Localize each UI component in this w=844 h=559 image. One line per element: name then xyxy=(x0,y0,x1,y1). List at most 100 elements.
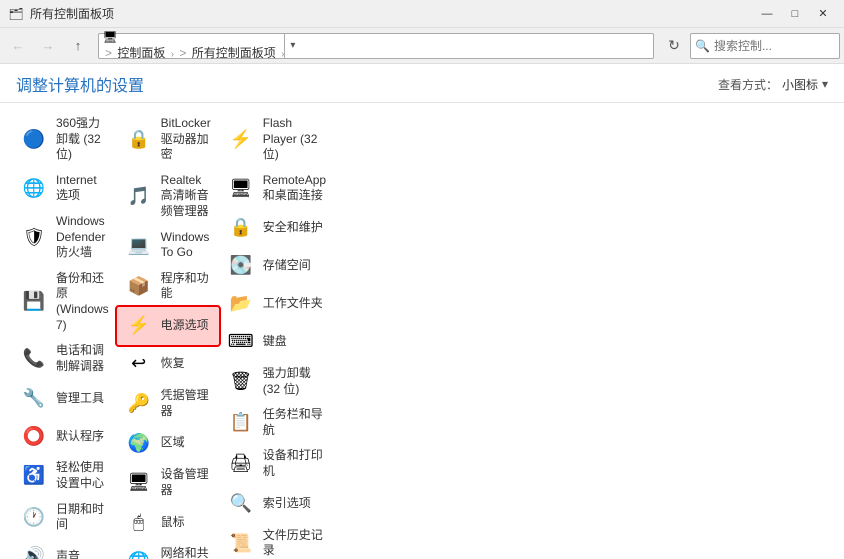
column-2: ⚡ Flash Player (32 位) 🖥RemoteApp 和桌面连接🔒安全和… xyxy=(219,111,334,559)
view-mode-value[interactable]: 小图标 xyxy=(782,76,818,93)
item-label: BitLocker 驱动器加密 xyxy=(161,116,211,163)
control-panel-item[interactable]: 💽存储空间 xyxy=(219,247,334,285)
control-panel-item[interactable]: 🔍 索引选项 xyxy=(219,485,334,523)
control-panel-item[interactable]: 📦程序和功能 xyxy=(117,266,219,307)
control-panel-item[interactable]: 🔑凭据管理器 xyxy=(117,383,219,424)
item-label: 工作文件夹 xyxy=(263,296,323,312)
window-icon: 🗂 xyxy=(8,6,24,22)
power-icon: ⚡ xyxy=(125,312,153,340)
remote-icon: 🖥 xyxy=(227,174,255,202)
control-panel-item[interactable]: 🌍 区域 xyxy=(117,424,219,462)
refresh-button[interactable]: ↻ xyxy=(660,33,688,59)
control-panel-item[interactable]: 🔵 360强力卸载 (32 位) xyxy=(12,111,117,168)
control-panel-item[interactable]: ⌨键盘 xyxy=(219,323,334,361)
control-panel-item[interactable]: 🎵Realtek高清晰音频管理器 xyxy=(117,168,219,225)
filehistory-icon: 📜 xyxy=(227,529,255,557)
region-icon: 🌍 xyxy=(125,429,153,457)
control-panel-item[interactable]: 📂 工作文件夹 xyxy=(219,285,334,323)
control-panel-item[interactable]: 🕐日期和时间 xyxy=(12,497,117,538)
control-panel-item[interactable]: 🔒安全和维护 xyxy=(219,209,334,247)
maximize-button[interactable]: □ xyxy=(782,4,808,24)
item-label: 安全和维护 xyxy=(263,220,323,236)
programs-icon: 📦 xyxy=(125,272,153,300)
item-label: 设备和打印机 xyxy=(263,448,326,479)
tools-icon: 🔧 xyxy=(20,384,48,412)
sound-icon: 🔊 xyxy=(20,543,48,559)
content-area: 调整计算机的设置 查看方式： 小图标 ▾ 🔵 360强力卸载 (32 位) 🌐 Int… xyxy=(0,64,844,559)
wtg-icon: 💻 xyxy=(125,231,153,259)
page-title: 调整计算机的设置 xyxy=(16,72,144,96)
control-panel-item[interactable]: 📜 文件历史记录 xyxy=(219,523,334,559)
view-mode-chevron-icon: ▾ xyxy=(822,77,828,91)
item-label: 电话和调制解调器 xyxy=(56,343,109,374)
item-label: 文件历史记录 xyxy=(263,528,326,559)
phone-icon: 📞 xyxy=(20,345,48,373)
control-panel-item[interactable]: 📋任务栏和导航 xyxy=(219,402,334,443)
toolbar: 调整计算机的设置 查看方式： 小图标 ▾ xyxy=(0,64,844,103)
item-label: 360强力卸载 (32 位) xyxy=(56,116,109,163)
control-panel-item[interactable]: 🖨 设备和打印机 xyxy=(219,443,334,484)
view-mode-label: 查看方式： xyxy=(718,76,778,93)
control-panel-item[interactable]: 💻Windows To Go xyxy=(117,225,219,266)
item-label: 声音 xyxy=(56,549,80,559)
printer-icon: 🖨 xyxy=(227,450,255,478)
device-icon: 🖥 xyxy=(125,469,153,497)
close-button[interactable]: ✕ xyxy=(810,4,836,24)
navigation-bar: ← → ↑ 🖥 > 控制面板 › > 所有控制面板项 › ▾ ↻ 🔍 xyxy=(0,28,844,64)
control-panel-item[interactable]: 🗑强力卸载 (32 位) xyxy=(219,361,334,402)
view-mode: 查看方式： 小图标 ▾ xyxy=(718,76,828,93)
address-level-1: 控制面板 xyxy=(117,46,165,60)
flash-icon: ⚡ xyxy=(227,125,255,153)
forward-button[interactable]: → xyxy=(34,33,62,59)
item-label: 管理工具 xyxy=(56,391,104,407)
control-panel-item[interactable]: 💾备份和还原(Windows 7) xyxy=(12,266,117,338)
taskbar-icon: 📋 xyxy=(227,409,255,437)
bitlocker-icon: 🔒 xyxy=(125,125,153,153)
column-0: 🔵 360强力卸载 (32 位) 🌐 Internet 选项 🛡Windows Defe… xyxy=(12,111,117,559)
control-panel-item[interactable]: 🛡Windows Defender 防火墙 xyxy=(12,209,117,266)
control-panel-item[interactable]: 🖱 鼠标 xyxy=(117,503,219,541)
control-panel-item[interactable]: ⚡ Flash Player (32 位) xyxy=(219,111,334,168)
search-bar[interactable]: 🔍 xyxy=(690,33,840,59)
control-panel-item[interactable]: 📞 电话和调制解调器 xyxy=(12,338,117,379)
item-label: 鼠标 xyxy=(161,515,185,531)
search-input[interactable] xyxy=(714,39,835,53)
minimize-button[interactable]: — xyxy=(754,4,780,24)
control-panel-item[interactable]: 🔧 管理工具 xyxy=(12,379,117,417)
item-label: Internet 选项 xyxy=(56,173,109,204)
back-button[interactable]: ← xyxy=(4,33,32,59)
control-panel-item[interactable]: 🖥RemoteApp 和桌面连接 xyxy=(219,168,334,209)
item-label: 设备管理器 xyxy=(161,467,211,498)
item-label: 备份和还原(Windows 7) xyxy=(56,271,109,333)
index-icon: 🔍 xyxy=(227,490,255,518)
address-separator-1: > xyxy=(105,46,115,60)
360-icon: 🔵 xyxy=(20,125,48,153)
item-label: 存储空间 xyxy=(263,258,311,274)
window-controls: — □ ✕ xyxy=(754,4,836,24)
item-label: 索引选项 xyxy=(263,496,311,512)
items-grid: 🔵 360强力卸载 (32 位) 🌐 Internet 选项 🛡Windows Defe… xyxy=(0,103,844,559)
control-panel-item[interactable]: ⭕默认程序 xyxy=(12,417,117,455)
control-panel-item[interactable]: ⚡ 电源选项 xyxy=(117,307,219,345)
control-panel-item[interactable]: ♿轻松使用设置中心 xyxy=(12,455,117,496)
control-panel-item[interactable]: 🔊 声音 xyxy=(12,538,117,559)
item-label: 区域 xyxy=(161,435,185,451)
address-dropdown-button[interactable]: ▾ xyxy=(284,34,300,58)
control-panel-item[interactable]: ↩恢复 xyxy=(117,345,219,383)
item-label: 强力卸载 (32 位) xyxy=(263,366,326,397)
item-label: 电源选项 xyxy=(161,318,209,334)
control-panel-item[interactable]: 🔒 BitLocker 驱动器加密 xyxy=(117,111,219,168)
mouse-icon: 🖱 xyxy=(125,508,153,536)
workfolder-icon: 📂 xyxy=(227,290,255,318)
address-path: 🖥 > 控制面板 › > 所有控制面板项 › xyxy=(103,30,284,61)
address-bar[interactable]: 🖥 > 控制面板 › > 所有控制面板项 › ▾ xyxy=(98,33,654,59)
up-button[interactable]: ↑ xyxy=(64,33,92,59)
control-panel-item[interactable]: 🌐 Internet 选项 xyxy=(12,168,117,209)
control-panel-item[interactable]: 🖥 设备管理器 xyxy=(117,462,219,503)
address-item-root: 🖥 xyxy=(103,30,284,44)
ie-icon: 🌐 xyxy=(20,174,48,202)
address-chevron-1: › xyxy=(171,49,174,60)
item-label: Flash Player (32 位) xyxy=(263,116,326,163)
shield-icon: 🛡 xyxy=(20,223,48,251)
control-panel-item[interactable]: 🌐网络和共享中心 xyxy=(117,541,219,559)
